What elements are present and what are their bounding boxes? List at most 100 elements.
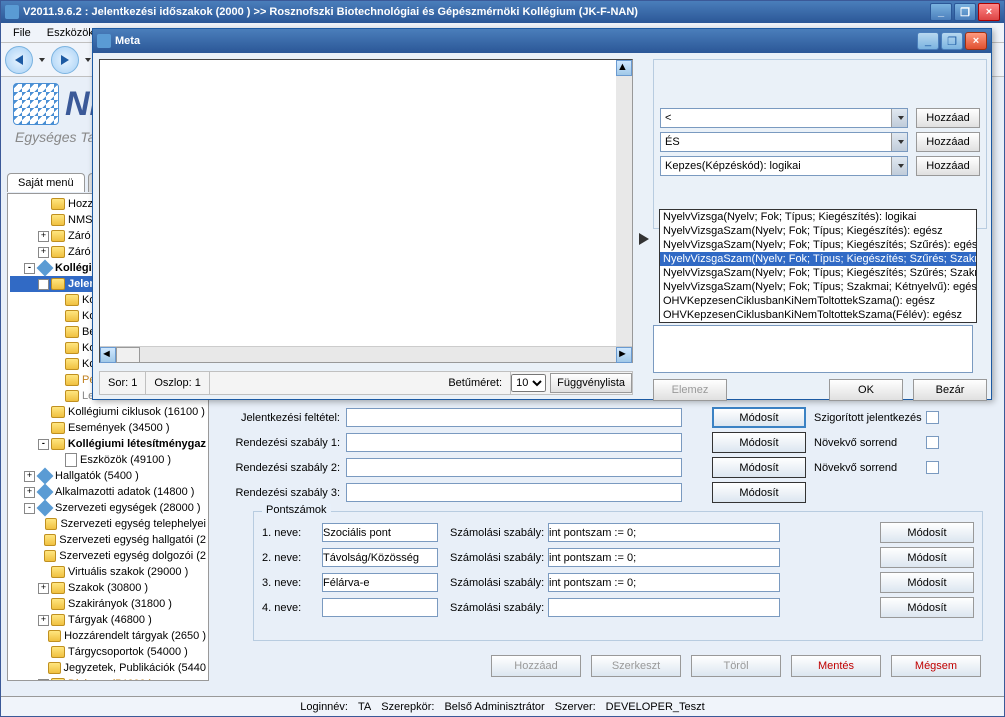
- folder-icon: [51, 566, 65, 578]
- operator-select[interactable]: <: [660, 108, 908, 128]
- tree-item[interactable]: +Szakok (30800 ): [10, 580, 206, 596]
- restore-button[interactable]: ❐: [954, 3, 976, 21]
- n4-input[interactable]: [322, 598, 438, 617]
- r2-input[interactable]: [346, 458, 682, 477]
- save-button[interactable]: Mentés: [791, 655, 881, 677]
- folder-icon: [51, 406, 65, 418]
- tree-item[interactable]: -Kollégiumi létesítménygaz: [10, 436, 206, 452]
- edit-button[interactable]: Szerkeszt: [591, 655, 681, 677]
- analyze-button[interactable]: Elemez: [653, 379, 727, 401]
- rule4-modify-button[interactable]: Módosít: [880, 597, 974, 618]
- cancel-button[interactable]: Mégsem: [891, 655, 981, 677]
- dropdown-item[interactable]: OHVKepzesenCiklusbanKiNemToltottekSzama(…: [660, 294, 976, 308]
- folder-icon: [45, 518, 57, 530]
- folder-icon: [51, 438, 65, 450]
- rule1-modify-button[interactable]: Módosít: [880, 522, 974, 543]
- delete-button[interactable]: Töröl: [691, 655, 781, 677]
- asc1-checkbox[interactable]: [926, 436, 939, 449]
- tree-item[interactable]: Jegyzetek, Publikációk (5440: [10, 660, 206, 676]
- chevron-down-icon[interactable]: [891, 133, 907, 151]
- tree-item-label: Szervezeti egység hallgatói (2: [59, 534, 206, 546]
- chevron-down-icon[interactable]: [891, 109, 907, 127]
- tree-item-label: Alkalmazotti adatok (14800 ): [55, 486, 194, 498]
- r1-modify-button[interactable]: Módosít: [712, 432, 806, 453]
- dropdown-item[interactable]: NyelvVizsgaSzam(Nyelv; Fok; Típus; Kiegé…: [660, 238, 976, 252]
- rule3-modify-button[interactable]: Módosít: [880, 572, 974, 593]
- function-list-button[interactable]: Függvénylista: [550, 373, 632, 393]
- add-button[interactable]: Hozzáad: [491, 655, 581, 677]
- dropdown-item[interactable]: NyelvVizsgaSzam(Nyelv; Fok; Típus; Szakm…: [660, 280, 976, 294]
- cond-modify-button[interactable]: Módosít: [712, 407, 806, 428]
- function-select[interactable]: Kepzes(Képzéskód): logikai: [660, 156, 908, 176]
- tree-item[interactable]: +Diploma (54600 ): [10, 676, 206, 681]
- tree-item[interactable]: Szervezeti egység dolgozói (2: [10, 548, 206, 564]
- tree-item[interactable]: Tárgycsoportok (54000 ): [10, 644, 206, 660]
- dialog-maximize-button[interactable]: ❐: [941, 32, 963, 50]
- r2-modify-button[interactable]: Módosít: [712, 457, 806, 478]
- editor-scrollbar-v[interactable]: ▲: [616, 60, 632, 346]
- tree-item[interactable]: -Szervezeti egységek (28000 ): [10, 500, 206, 516]
- rule4-input[interactable]: [548, 598, 780, 617]
- rule2-input[interactable]: [548, 548, 780, 567]
- dialog-statusbar: Sor: 1 Oszlop: 1 Betűméret: 10 Függvényl…: [99, 371, 633, 395]
- folder-icon: [51, 422, 65, 434]
- n1-input[interactable]: [322, 523, 438, 542]
- tree-item[interactable]: Szakirányok (31800 ): [10, 596, 206, 612]
- tree-item[interactable]: Eszközök (49100 ): [10, 452, 206, 468]
- add-function-button[interactable]: Hozzáad: [916, 156, 980, 176]
- rule2-modify-button[interactable]: Módosít: [880, 547, 974, 568]
- back-dropdown-icon[interactable]: [39, 58, 45, 62]
- ok-button[interactable]: OK: [829, 379, 903, 401]
- tree-item[interactable]: Virtuális szakok (29000 ): [10, 564, 206, 580]
- r3-input[interactable]: [346, 483, 682, 502]
- menu-file[interactable]: File: [5, 25, 39, 41]
- dropdown-item[interactable]: NyelvVizsgaSzam(Nyelv; Fok; Típus; Kiegé…: [660, 252, 976, 266]
- tree-item[interactable]: Események (34500 ): [10, 420, 206, 436]
- dialog-titlebar[interactable]: Meta _ ❐ ×: [93, 29, 991, 53]
- dropdown-item[interactable]: OHVKepzesenCiklusbanKiNemToltottekSzama(…: [660, 308, 976, 322]
- folder-icon: [51, 646, 65, 658]
- tree-item[interactable]: Szervezeti egység hallgatói (2: [10, 532, 206, 548]
- editor-scrollbar-h[interactable]: ◄ ►: [100, 346, 632, 362]
- tree-item[interactable]: Kollégiumi ciklusok (16100 ): [10, 404, 206, 420]
- n3-input[interactable]: [322, 573, 438, 592]
- rule3-label: Számolási szabály:: [438, 577, 548, 589]
- forward-dropdown-icon[interactable]: [85, 58, 91, 62]
- dialog-title: Meta: [115, 35, 917, 47]
- dropdown-item[interactable]: NyelvVizsgaSzam(Nyelv; Fok; Típus; Kiegé…: [660, 266, 976, 280]
- strict-checkbox[interactable]: [926, 411, 939, 424]
- close-button[interactable]: ×: [978, 3, 1000, 21]
- rule3-input[interactable]: [548, 573, 780, 592]
- back-button[interactable]: [5, 46, 33, 74]
- dropdown-item[interactable]: NyelvVizsgaSzam(Nyelv; Fok; Típus; Kiegé…: [660, 224, 976, 238]
- tree-item[interactable]: Szervezeti egység telephelyei: [10, 516, 206, 532]
- r3-modify-button[interactable]: Módosít: [712, 482, 806, 503]
- minimize-button[interactable]: _: [930, 3, 952, 21]
- dialog-close-button[interactable]: ×: [965, 32, 987, 50]
- tree-item[interactable]: +Alkalmazotti adatok (14800 ): [10, 484, 206, 500]
- editor[interactable]: ▲ ◄ ►: [99, 59, 633, 363]
- tree-item[interactable]: +Hallgatók (5400 ): [10, 468, 206, 484]
- dialog-minimize-button[interactable]: _: [917, 32, 939, 50]
- close-dialog-button[interactable]: Bezár: [913, 379, 987, 401]
- cond-input[interactable]: [346, 408, 682, 427]
- add-operator-button[interactable]: Hozzáad: [916, 108, 980, 128]
- logic-select[interactable]: ÉS: [660, 132, 908, 152]
- expression-textarea[interactable]: [653, 325, 973, 373]
- points-fieldset: Pontszámok 1. neve: Számolási szabály: M…: [253, 511, 983, 641]
- chevron-down-icon[interactable]: [891, 157, 907, 175]
- asc2-checkbox[interactable]: [926, 461, 939, 474]
- rule1-label: Számolási szabály:: [438, 527, 548, 539]
- tree-item[interactable]: +Tárgyak (46800 ): [10, 612, 206, 628]
- rule1-input[interactable]: [548, 523, 780, 542]
- transfer-arrow-icon[interactable]: [639, 233, 649, 245]
- add-logic-button[interactable]: Hozzáad: [916, 132, 980, 152]
- r1-input[interactable]: [346, 433, 682, 452]
- dropdown-item[interactable]: NyelvVizsga(Nyelv; Fok; Típus; Kiegészít…: [660, 210, 976, 224]
- forward-button[interactable]: [51, 46, 79, 74]
- font-size-select[interactable]: 10: [511, 374, 546, 392]
- tree-item[interactable]: Hozzárendelt tárgyak (2650 ): [10, 628, 206, 644]
- n2-input[interactable]: [322, 548, 438, 567]
- tab-own-menu[interactable]: Saját menü: [7, 173, 85, 192]
- function-dropdown-list[interactable]: NyelvVizsga(Nyelv; Fok; Típus; Kiegészít…: [659, 209, 977, 323]
